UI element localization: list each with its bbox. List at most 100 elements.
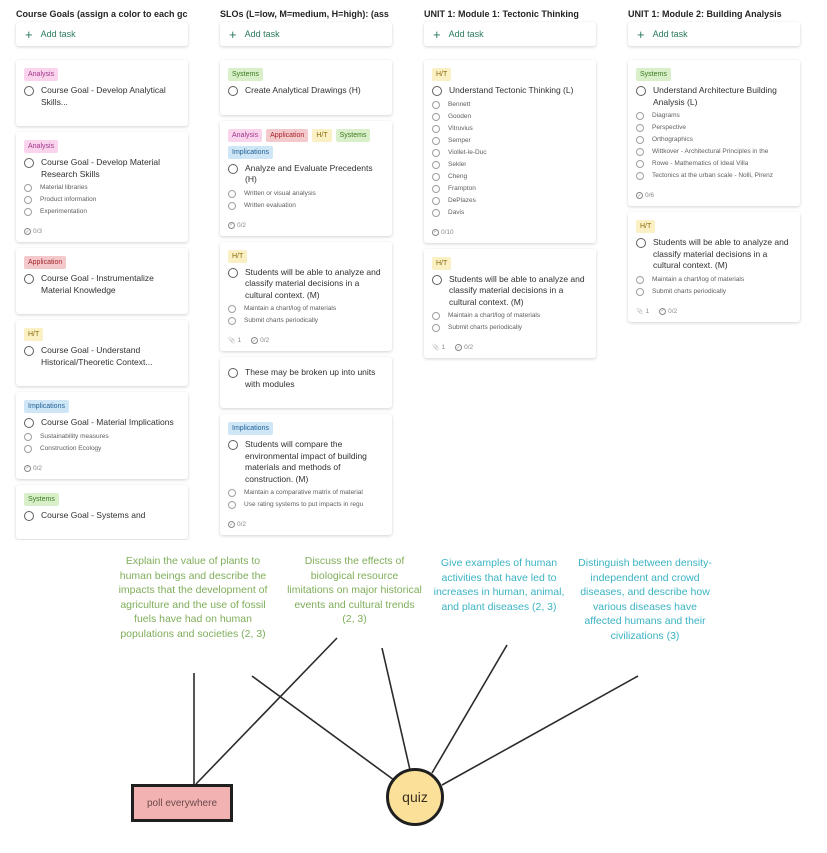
add-task-button[interactable]: + Add task [424,22,596,46]
checklist-item-label: Sustainability measures [40,432,109,440]
task-title[interactable]: Students will compare the environmental … [245,439,384,485]
card-footer: ✓ 0/2 [228,221,384,229]
checklist-item: Tectonics at the urban scale - Nolli, Pi… [636,172,792,180]
complete-task-checkbox[interactable] [24,346,34,356]
complete-task-checkbox[interactable] [228,86,238,96]
task-row: Analyze and Evaluate Precedents (H) [228,163,384,186]
checklist-checkbox[interactable] [228,317,236,325]
checklist-checkbox[interactable] [636,172,644,180]
task-card[interactable]: Analysis Course Goal - Develop Analytical… [16,60,188,126]
checklist-checkbox[interactable] [432,324,440,332]
checklist-checkbox[interactable] [636,112,644,120]
plus-icon: + [229,26,237,42]
task-title[interactable]: Course Goal - Develop Material Research … [41,157,180,180]
checklist-checkbox[interactable] [432,172,440,181]
task-card[interactable]: H/T Students will be able to analyze and … [628,212,800,322]
add-task-button[interactable]: + Add task [628,22,800,46]
task-title[interactable]: Course Goal - Instrumentalize Material K… [41,273,180,296]
task-title[interactable]: Course Goal - Systems and [41,510,145,522]
checklist-checkbox[interactable] [432,196,440,205]
goal-1: Explain the value of plants to human bei… [118,555,268,640]
complete-task-checkbox[interactable] [432,86,442,96]
checklist-checkbox[interactable] [636,160,644,168]
complete-task-checkbox[interactable] [228,368,238,378]
task-title[interactable]: Students will be able to analyze and cla… [449,274,588,309]
checklist-checkbox[interactable] [432,136,440,145]
checklist-checkbox[interactable] [636,148,644,156]
label-list: H/T [432,256,588,270]
checklist-checkbox[interactable] [432,312,440,320]
checklist-checkbox[interactable] [432,208,440,217]
checklist-checkbox[interactable] [432,148,440,157]
checklist-checkbox[interactable] [228,305,236,313]
complete-task-checkbox[interactable] [24,418,34,428]
checklist-checkbox[interactable] [432,112,440,121]
checklist-checkbox[interactable] [24,444,32,453]
task-card[interactable]: Analysis Application H/T Systems Implication… [220,120,392,236]
checklist-checkbox[interactable] [636,275,644,284]
task-title[interactable]: These may be broken up into units with m… [245,367,384,390]
checklist-checkbox[interactable] [228,489,236,497]
complete-task-checkbox[interactable] [432,274,442,285]
task-row: Students will be able to analyze and cla… [636,237,792,272]
add-task-button[interactable]: + Add task [220,22,392,46]
task-card[interactable]: Implications Course Goal - Material Impli… [16,392,188,479]
complete-task-checkbox[interactable] [228,267,238,278]
task-title[interactable]: Students will be able to analyze and cla… [653,237,792,272]
checklist-checkbox[interactable] [24,432,32,441]
checklist-checkbox[interactable] [432,160,440,169]
card-footer: ✓ 0/10 [432,228,588,236]
checklist-checkbox[interactable] [24,208,32,216]
checklist-checkbox[interactable] [636,287,644,296]
task-card[interactable]: Systems Course Goal - Systems and [16,484,188,539]
checklist-checkbox[interactable] [432,124,440,133]
bucket-title[interactable]: UNIT 1: Module 2: Building Analysis [628,0,800,22]
complete-task-checkbox[interactable] [24,274,34,284]
complete-task-checkbox[interactable] [24,158,34,168]
task-title[interactable]: Students will be able to analyze and cla… [245,267,384,302]
checklist-checkbox[interactable] [432,100,440,109]
add-task-label: Add task [448,29,484,39]
complete-task-checkbox[interactable] [636,238,646,248]
checklist-checkbox[interactable] [432,184,440,193]
task-card[interactable]: H/T Students will be able to analyze and … [424,248,596,358]
task-card[interactable]: Application Course Goal - Instrumentalize… [16,248,188,314]
checklist-checkbox[interactable] [228,501,236,509]
task-card[interactable]: H/T Course Goal - Understand Historical/T… [16,320,188,386]
task-card[interactable]: Implications Students will compare the en… [220,414,392,535]
task-card[interactable]: Systems Understand Architecture Building … [628,60,800,206]
add-task-button[interactable]: + Add task [16,22,188,46]
task-title[interactable]: Course Goal - Understand Historical/Theo… [41,345,180,368]
task-card[interactable]: Analysis Course Goal - Develop Material R… [16,132,188,242]
task-card[interactable]: H/T Students will be able to analyze and … [220,241,392,351]
bucket-title[interactable]: SLOs (L=low, M=medium, H=high): (ass [220,0,392,22]
task-card[interactable]: H/T Understand Tectonic Thinking (L) Benne… [424,60,596,243]
attachment-count: 📎 1 [228,337,241,344]
task-title[interactable]: Understand Architecture Building Analysi… [653,85,792,108]
task-card[interactable]: These may be broken up into units with m… [220,357,392,408]
task-title[interactable]: Create Analytical Drawings (H) [245,85,361,97]
complete-task-checkbox[interactable] [24,510,34,521]
checklist-checkbox[interactable] [24,184,32,192]
checklist-progress-value: 0/2 [260,337,270,344]
task-title[interactable]: Course Goal - Material Implications [41,417,174,429]
bucket-title[interactable]: Course Goals (assign a color to each gc [16,0,188,22]
task-row: Understand Architecture Building Analysi… [636,85,792,108]
checklist-checkbox[interactable] [228,201,236,210]
checklist-checkbox[interactable] [228,189,236,198]
checklist-checkbox[interactable] [636,124,644,132]
checklist-checkbox[interactable] [636,136,644,144]
checklist-progress-value: 0/2 [237,521,247,528]
checklist-item: Viollet-le-Duc [432,148,588,157]
checklist-checkbox[interactable] [24,196,32,204]
label-tag: Analysis [228,128,263,142]
task-title[interactable]: Understand Tectonic Thinking (L) [449,85,573,97]
complete-task-checkbox[interactable] [24,86,34,96]
task-card[interactable]: Systems Create Analytical Drawings (H) [220,60,392,115]
complete-task-checkbox[interactable] [228,163,238,174]
bucket-title[interactable]: UNIT 1: Module 1: Tectonic Thinking [424,0,596,22]
complete-task-checkbox[interactable] [636,86,646,96]
complete-task-checkbox[interactable] [228,440,238,450]
task-title[interactable]: Analyze and Evaluate Precedents (H) [245,163,384,186]
task-title[interactable]: Course Goal - Develop Analytical Skills.… [41,85,180,108]
